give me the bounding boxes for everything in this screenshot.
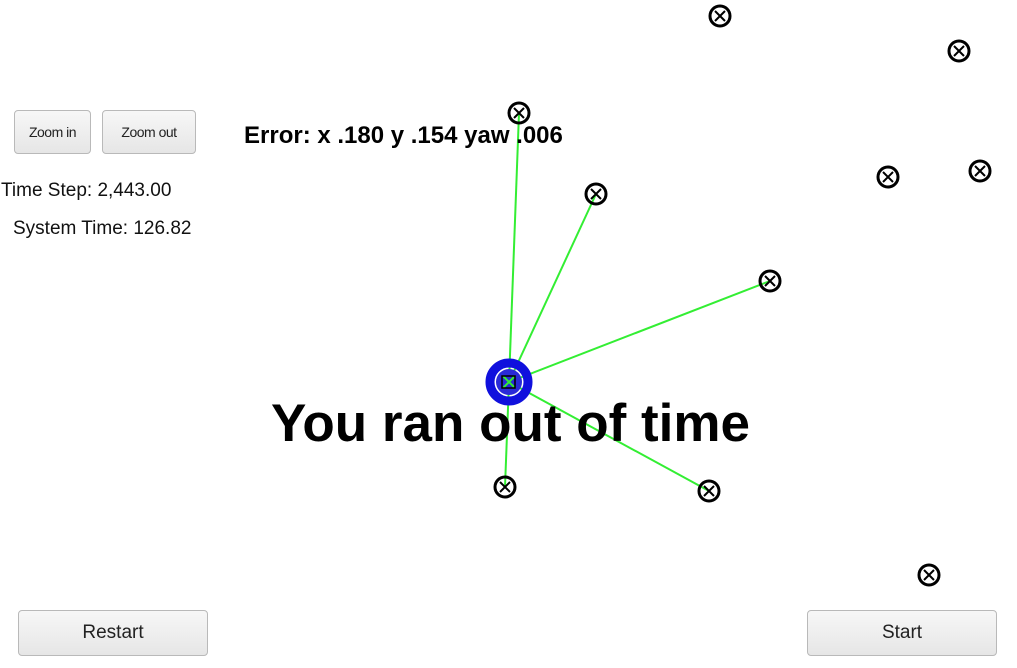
simulation-canvas bbox=[485, 4, 992, 587]
time-step-readout: Time Step: 2,443.00 bbox=[1, 180, 172, 201]
start-button[interactable]: Start bbox=[807, 610, 997, 656]
landmark-marker-icon bbox=[947, 39, 971, 63]
landmark-marker-icon bbox=[876, 165, 900, 189]
zoom-in-button[interactable]: Zoom in bbox=[14, 110, 91, 154]
landmark-marker-icon bbox=[968, 159, 992, 183]
landmark-marker-icon bbox=[758, 269, 782, 293]
landmark-marker-icon bbox=[697, 479, 721, 503]
system-time-readout: System Time: 126.82 bbox=[13, 218, 192, 239]
restart-button[interactable]: Restart bbox=[18, 610, 208, 656]
observation-line bbox=[508, 112, 520, 383]
status-message: You ran out of time bbox=[271, 394, 750, 453]
landmarks bbox=[493, 4, 992, 587]
error-readout: Error: x .180 y .154 yaw .006 bbox=[244, 122, 563, 149]
landmark-marker-icon bbox=[708, 4, 732, 28]
landmark-marker-icon bbox=[584, 182, 608, 206]
zoom-out-button[interactable]: Zoom out bbox=[102, 110, 196, 154]
landmark-marker-icon bbox=[917, 563, 941, 587]
